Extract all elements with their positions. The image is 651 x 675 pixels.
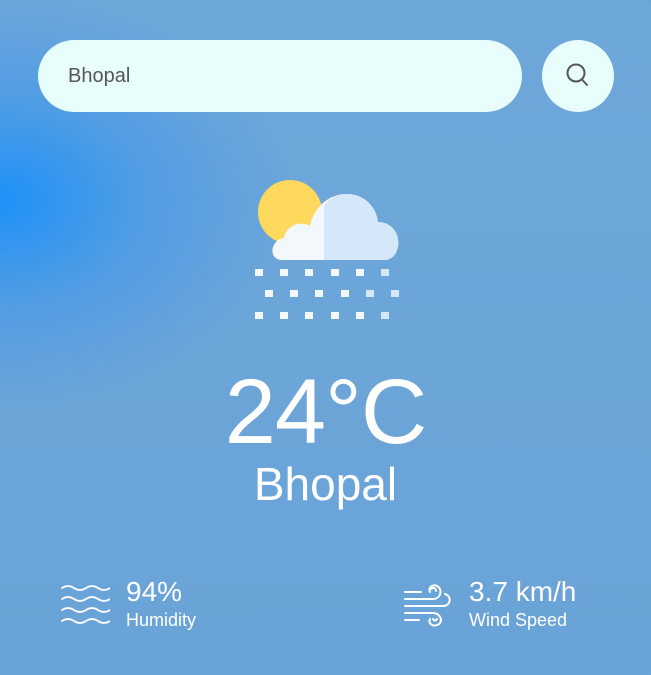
temperature: 24°C: [224, 361, 428, 463]
wind-text: 3.7 km/h Wind Speed: [469, 576, 576, 632]
search-button[interactable]: [542, 40, 614, 112]
wind-icon: [404, 584, 451, 627]
humidity-value: 94%: [126, 576, 183, 607]
search-icon: [566, 63, 588, 86]
humidity-text: 94% Humidity: [126, 576, 196, 632]
humidity-icon: [61, 585, 110, 624]
weather-card: 24°C Bhopal 94% Humidity: [0, 0, 651, 675]
humidity-label: Humidity: [126, 610, 197, 630]
snow-cloud-sun-icon: [255, 180, 399, 319]
wind-stat: 3.7 km/h Wind Speed: [403, 576, 576, 632]
search-bar: [38, 40, 522, 112]
city-name: Bhopal: [253, 458, 398, 510]
humidity-stat: 94% Humidity: [60, 576, 196, 632]
wind-label: Wind Speed: [469, 610, 568, 630]
search-input[interactable]: [68, 40, 498, 112]
wind-value: 3.7 km/h: [469, 576, 577, 607]
